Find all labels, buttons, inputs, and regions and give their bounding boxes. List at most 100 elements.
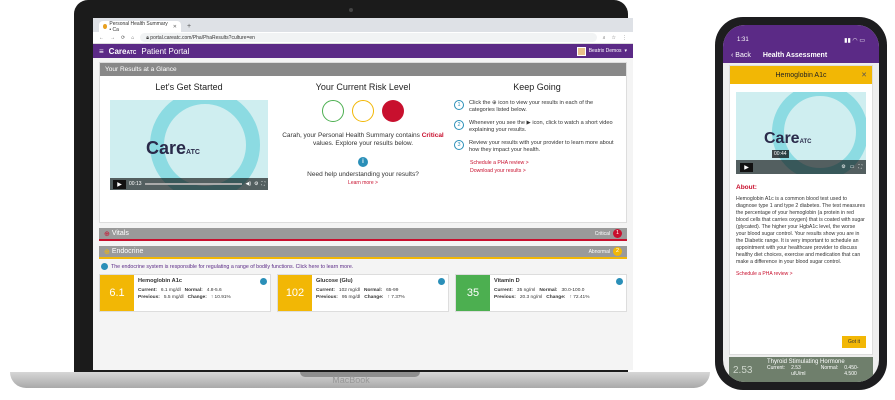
browser-tab[interactable]: Personal Health Summary • Ca ✕	[99, 21, 181, 33]
careatc-logo: CareATC	[146, 138, 200, 158]
result-title: Hemoglobin A1c	[138, 278, 182, 284]
user-name: Beatrix Demos	[588, 48, 622, 54]
url-text: portal.careatc.com/Pha/PhaResults?cultur…	[150, 34, 255, 41]
results-glance-panel: Your Results at a Glance Let's Get Start…	[99, 62, 627, 223]
about-section: About: Hemoglobin A1c is a common blood …	[730, 174, 872, 266]
download-results-link[interactable]: Download your results >	[470, 168, 620, 174]
reload-icon[interactable]: ⟳	[121, 35, 125, 41]
modal-title: Hemoglobin A1c	[775, 71, 827, 79]
portal-header: ≡ CareATC Patient Portal Beatrix Demos ▾	[93, 44, 633, 58]
endocrine-section-header[interactable]: ⊕ Endocrine Abnormal 2	[99, 246, 627, 259]
get-started-title: Let's Get Started	[155, 82, 223, 92]
result-value: 6.1	[100, 275, 134, 311]
url-field[interactable]: 🔒︎ portal.careatc.com/Pha/PhaResults?cul…	[140, 33, 597, 42]
video-time: 00:44	[772, 150, 789, 158]
close-icon[interactable]: ✕	[861, 71, 867, 79]
info-icon: i	[358, 156, 368, 167]
tsh-value: 2.53	[733, 365, 753, 376]
intro-video[interactable]: CareATC ▶ 00:13 ◀︎) ⚙ ⛶	[110, 100, 268, 190]
bookmark-star-icon[interactable]: ☆	[612, 35, 616, 41]
avatar	[576, 46, 586, 56]
learn-more-link[interactable]: Learn more >	[280, 180, 446, 186]
search-icon[interactable]: ⌕	[603, 35, 606, 41]
risk-low-circle	[322, 100, 344, 122]
play-video-icon[interactable]	[260, 278, 267, 285]
about-text: Hemoglobin A1c is a common blood test us…	[736, 195, 866, 265]
laptop-lid: Personal Health Summary • Ca ✕ + ← → ⟳ ⌂…	[74, 0, 633, 372]
play-video-icon[interactable]	[616, 278, 623, 285]
favicon-icon	[103, 24, 108, 29]
volume-icon[interactable]: ◀︎)	[245, 181, 251, 187]
video-time: 00:13	[129, 181, 142, 187]
step-2: 2 Whenever you see the ▶ icon, click to w…	[454, 119, 620, 134]
play-video-icon[interactable]	[438, 278, 445, 285]
result-card-glucose[interactable]: 102 Glucose (Glu) Current: 102 mg/dl Norma…	[277, 274, 449, 312]
result-title: Vitamin D	[494, 278, 520, 284]
endocrine-status: Abnormal	[588, 248, 610, 255]
menu-dots-icon[interactable]: ⋮	[622, 35, 627, 41]
video-scrubber[interactable]	[144, 183, 243, 185]
get-started-column: Let's Get Started CareATC ▶ 00:13 ◀︎) ⚙	[106, 82, 272, 216]
result-card-vitamin-d[interactable]: 35 Vitamin D Current: 35 ng/ml Normal: 30.0…	[455, 274, 627, 312]
schedule-pha-link[interactable]: Schedule a PHA review >	[470, 160, 620, 166]
risk-indicator	[280, 100, 446, 122]
hamburger-menu-icon[interactable]: ≡	[99, 47, 104, 56]
forward-icon[interactable]: →	[110, 35, 115, 41]
phone-nav-bar: ‹ Back Health Assessment	[723, 47, 879, 63]
play-icon[interactable]: ▶	[113, 179, 126, 189]
about-title: About:	[736, 184, 757, 191]
address-bar-row: ← → ⟳ ⌂ 🔒︎ portal.careatc.com/Pha/PhaRes…	[93, 32, 633, 44]
result-value: 102	[278, 275, 312, 311]
settings-gear-icon[interactable]: ⚙	[254, 181, 258, 187]
back-button[interactable]: ‹ Back	[731, 52, 751, 59]
schedule-pha-link[interactable]: Schedule a PHA review >	[730, 266, 872, 282]
result-card-a1c[interactable]: 6.1 Hemoglobin A1c Current: 6.1 mg/dl Norm…	[99, 274, 271, 312]
play-circle-icon	[101, 263, 108, 270]
user-menu[interactable]: Beatrix Demos ▾	[576, 46, 627, 56]
vitals-status: Critical	[594, 230, 610, 237]
got-it-button[interactable]: Got it	[842, 336, 866, 348]
main-content: Your Results at a Glance Let's Get Start…	[93, 58, 633, 370]
glance-header: Your Results at a Glance	[100, 63, 626, 76]
fullscreen-icon[interactable]: ⛶	[261, 181, 265, 187]
chevron-down-icon: ▾	[624, 48, 627, 54]
fullscreen-icon[interactable]: ⛶	[858, 164, 862, 170]
risk-medium-circle	[352, 100, 374, 122]
signal-wifi-battery-icon: ▮▮ ◠ ▭	[844, 37, 865, 44]
expand-icon: ⊕	[104, 248, 110, 256]
browser-tabbar: Personal Health Summary • Ca ✕ +	[93, 18, 633, 33]
result-title: Glucose (Glu)	[316, 278, 353, 284]
endocrine-note[interactable]: The endocrine system is responsible for …	[99, 259, 627, 274]
result-cards: 6.1 Hemoglobin A1c Current: 6.1 mg/dl Norm…	[99, 274, 627, 312]
risk-summary: Carah, your Personal Health Summary cont…	[282, 132, 444, 148]
tsh-card[interactable]: Thyroid Stimulating Hormone 2.53 Current…	[729, 357, 873, 382]
result-modal: Hemoglobin A1c ✕ CareATC 00:44 ▶ ⚙ ▭ ⛶ A…	[729, 65, 873, 355]
camera	[349, 8, 353, 12]
step-3: 3 Review your results with your provider …	[454, 139, 620, 154]
laptop-screen: Personal Health Summary • Ca ✕ + ← → ⟳ ⌂…	[93, 18, 633, 370]
result-value: 35	[456, 275, 490, 311]
close-tab-icon[interactable]: ✕	[173, 24, 177, 30]
new-tab-icon[interactable]: +	[187, 23, 191, 30]
cast-icon[interactable]: ▭	[850, 164, 855, 170]
portal-title: Patient Portal	[141, 46, 190, 56]
vitals-section-header[interactable]: ⊕ Vitals Critical 1	[99, 228, 627, 241]
risk-level-column: Your Current Risk Level Carah, your Pers…	[280, 82, 446, 216]
expand-icon: ⊕	[104, 230, 110, 238]
laptop-brand: MacBook	[332, 375, 370, 385]
phone-nav-title: Health Assessment	[762, 51, 828, 59]
home-icon[interactable]: ⌂	[131, 35, 134, 41]
modal-header: Hemoglobin A1c ✕	[730, 66, 872, 84]
play-icon[interactable]: ▶	[740, 162, 753, 172]
keep-going-column: Keep Going 1 Click the ⊕ icon to view you…	[454, 82, 620, 216]
phone-status-bar: 1:31 ▮▮ ◠ ▭	[723, 25, 879, 47]
risk-level-title: Your Current Risk Level	[315, 82, 411, 92]
portal-logo[interactable]: CareATC	[109, 47, 137, 56]
help-text: Need help understanding your results?	[307, 170, 419, 178]
phone: 1:31 ▮▮ ◠ ▭ ‹ Back Health Assessment Hem…	[715, 17, 887, 390]
step-1: 1 Click the ⊕ icon to view your results i…	[454, 100, 620, 114]
tsh-details: Current: 2.53 uIU/ml Normal: 0.450-4.500	[767, 365, 859, 377]
back-icon[interactable]: ←	[99, 35, 104, 41]
result-video[interactable]: CareATC 00:44 ▶ ⚙ ▭ ⛶	[736, 92, 866, 174]
settings-gear-icon[interactable]: ⚙	[841, 164, 845, 170]
